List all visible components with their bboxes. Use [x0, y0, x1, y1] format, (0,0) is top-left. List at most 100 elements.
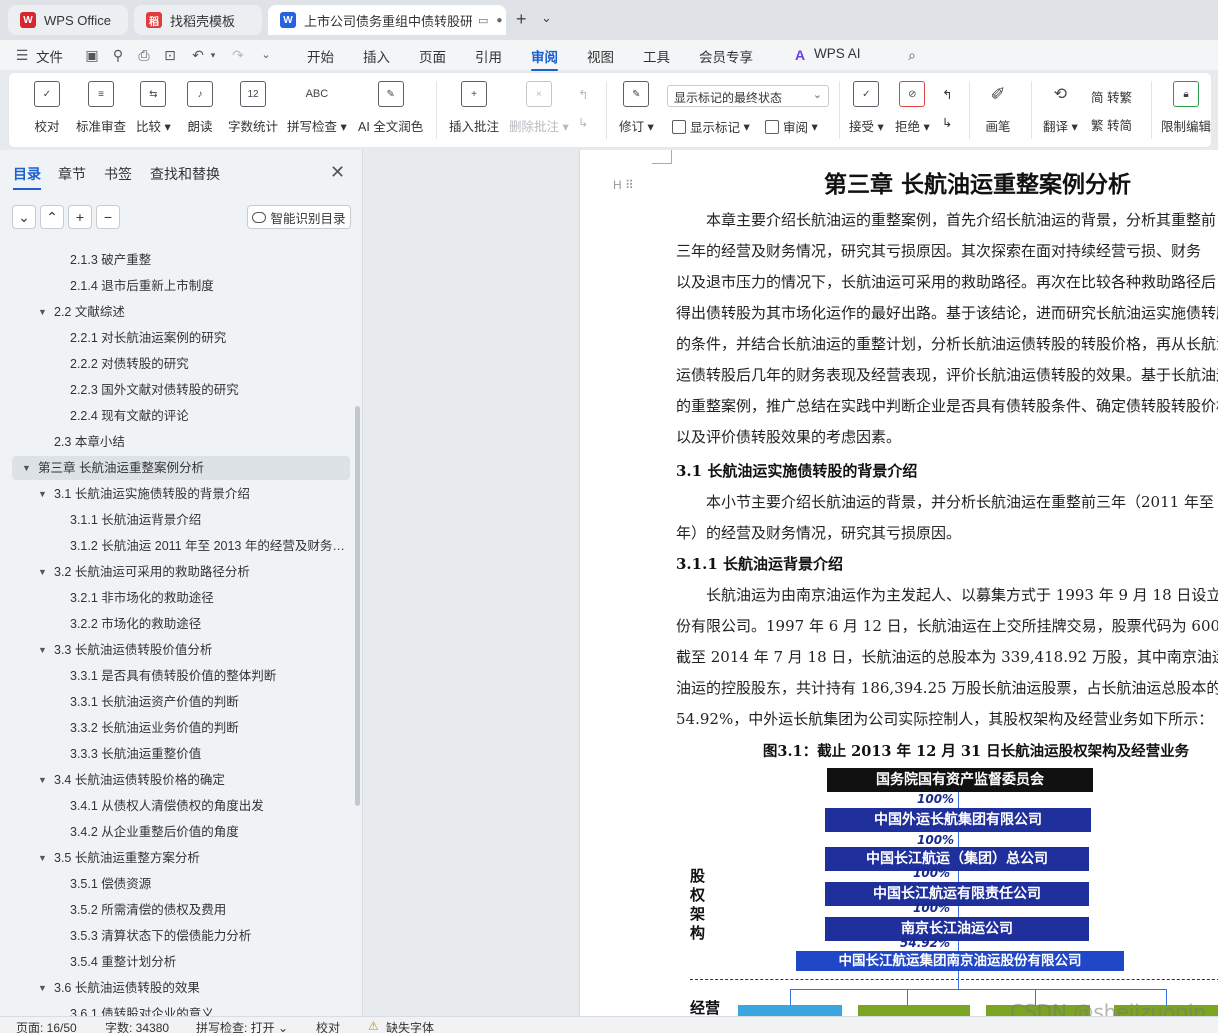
toc-item[interactable]: 3.2.2 市场化的救助途径	[70, 612, 345, 636]
menu-review[interactable]: 审阅	[531, 46, 558, 71]
restrict-edit-button[interactable]: 🔒︎ 限制编辑	[1161, 81, 1211, 135]
expand-arrow-icon[interactable]: ▼	[38, 638, 47, 662]
menu-page[interactable]: 页面	[419, 46, 446, 66]
toc-item[interactable]: 3.5.1 偿债资源	[70, 872, 345, 896]
menu-tools[interactable]: 工具	[643, 46, 670, 66]
ai-polish-button[interactable]: ✎ AI 全文润色	[358, 81, 423, 135]
expand-arrow-icon[interactable]: ▼	[38, 976, 47, 1000]
reject-button[interactable]: ⊘ 拒绝 ▾	[895, 81, 930, 135]
toc-item[interactable]: 3.5.2 所需清偿的债权及费用	[70, 898, 345, 922]
previous-comment-icon[interactable]: ↰	[578, 87, 588, 102]
toc-item[interactable]: 2.1.4 退市后重新上市制度	[70, 274, 345, 298]
to-simplified-button[interactable]: 繁 转简	[1091, 115, 1132, 134]
tab-docer-templates[interactable]: 稻 找稻壳模板	[134, 5, 262, 35]
toc-item[interactable]: 3.4 长航油运债转股价格的确定	[54, 768, 345, 792]
to-traditional-button[interactable]: 简 转繁	[1091, 87, 1132, 106]
scrollbar[interactable]	[355, 406, 360, 806]
hamburger-menu-icon[interactable]: ☰	[14, 47, 30, 63]
tab-toc[interactable]: 目录	[13, 164, 41, 190]
previous-change-icon[interactable]: ↰	[942, 87, 952, 102]
word-count-button[interactable]: 12 字数统计	[228, 81, 278, 135]
insert-comment-button[interactable]: + 插入批注	[449, 81, 499, 135]
toc-item[interactable]: 3.3.1 长航油运资产价值的判断	[70, 690, 345, 714]
next-change-icon[interactable]: ↳	[942, 115, 952, 130]
tab-bookmarks[interactable]: 书签	[104, 164, 132, 184]
expand-arrow-icon[interactable]: ▼	[38, 300, 47, 324]
toc-item[interactable]: 2.2.3 国外文献对债转股的研究	[70, 378, 345, 402]
proof-button[interactable]: ✓ 校对	[34, 81, 60, 135]
tab-list-chevron-icon[interactable]: ⌄	[541, 10, 552, 26]
wps-ai-icon[interactable]: A	[792, 47, 808, 63]
smart-toc-button[interactable]: 智能识别目录	[247, 205, 351, 229]
read-aloud-button[interactable]: ♪ 朗读	[187, 81, 213, 135]
toc-item[interactable]: 3.1.1 长航油运背景介绍	[70, 508, 345, 532]
print-preview-icon[interactable]: ⊡	[162, 47, 178, 63]
toc-item[interactable]: 3.1 长航油运实施债转股的背景介绍	[54, 482, 345, 506]
menu-insert[interactable]: 插入	[363, 46, 390, 66]
tab-document[interactable]: W 上市公司债务重组中债转股研究 ▭ ●	[268, 5, 506, 35]
toc-item[interactable]: 3.1.2 长航油运 2011 年至 2013 年的经营及财务 ...	[70, 534, 345, 558]
menu-file[interactable]: 文件	[36, 46, 63, 66]
toc-item[interactable]: 第三章 长航油运重整案例分析	[38, 456, 345, 480]
add-heading-button[interactable]: +	[68, 205, 92, 229]
word-count-status[interactable]: 字数: 34380	[105, 1019, 169, 1033]
toc-item[interactable]: 3.3.1 是否具有债转股价值的整体判断	[70, 664, 345, 688]
new-tab-button[interactable]: +	[516, 9, 527, 30]
undo-icon[interactable]: ↶	[190, 47, 206, 63]
print-icon[interactable]: ⎙	[136, 47, 152, 63]
delete-comment-button[interactable]: × 删除批注 ▾	[509, 81, 569, 135]
search-icon[interactable]: ⌕	[904, 47, 920, 63]
collapse-all-button[interactable]: ⌄	[12, 205, 36, 229]
expand-arrow-icon[interactable]: ▼	[22, 456, 31, 480]
page-indicator[interactable]: 页面: 16/50	[16, 1019, 77, 1033]
expand-button[interactable]: ⌃	[40, 205, 64, 229]
toc-item[interactable]: 2.2 文献综述	[54, 300, 345, 324]
expand-arrow-icon[interactable]: ▼	[38, 846, 47, 870]
toc-item[interactable]: 3.6 长航油运债转股的效果	[54, 976, 345, 1000]
toc-item[interactable]: 3.5.3 清算状态下的偿债能力分析	[70, 924, 345, 948]
format-painter-icon[interactable]: ⚲	[110, 47, 126, 63]
expand-arrow-icon[interactable]: ▼	[38, 482, 47, 506]
expand-arrow-icon[interactable]: ▼	[38, 560, 47, 584]
toc-item[interactable]: 2.2.1 对长航油运案例的研究	[70, 326, 345, 350]
toc-item[interactable]: 3.4.2 从企业重整后价值的角度	[70, 820, 345, 844]
toc-item[interactable]: 3.3.2 长航油运业务价值的判断	[70, 716, 345, 740]
accept-button[interactable]: ✓ 接受 ▾	[849, 81, 884, 135]
toc-item[interactable]: 2.3 本章小结	[54, 430, 345, 454]
menu-member[interactable]: 会员专享	[699, 46, 753, 66]
expand-arrow-icon[interactable]: ▼	[38, 768, 47, 792]
tab-find-replace[interactable]: 查找和替换	[150, 164, 220, 184]
compare-button[interactable]: ⇆ 比较 ▾	[136, 81, 171, 135]
undo-dropdown-icon[interactable]: ▾	[205, 47, 221, 63]
unsaved-dot-icon[interactable]: ●	[496, 15, 502, 26]
menu-view[interactable]: 视图	[587, 46, 614, 66]
tab-chapters[interactable]: 章节	[58, 164, 86, 184]
toc-item[interactable]: 2.1.3 破产重整	[70, 248, 345, 272]
tab-wps-office[interactable]: W WPS Office	[8, 5, 128, 35]
remove-heading-button[interactable]: −	[96, 205, 120, 229]
toc-item[interactable]: 3.4.1 从债权人清偿债权的角度出发	[70, 794, 345, 818]
menu-wps-ai[interactable]: WPS AI	[814, 46, 861, 61]
pen-button[interactable]: ✐ 画笔	[985, 81, 1011, 135]
toc-item[interactable]: 3.5 长航油运重整方案分析	[54, 846, 345, 870]
toc-item[interactable]: 3.5.4 重整计划分析	[70, 950, 345, 974]
markup-state-select[interactable]: 显示标记的最终状态 ⌄	[667, 85, 829, 107]
save-icon[interactable]: ▣	[84, 47, 100, 63]
missing-font-status[interactable]: 缺失字体	[386, 1019, 434, 1033]
spell-check-button[interactable]: ABC 拼写检查 ▾	[287, 81, 347, 135]
standard-review-button[interactable]: ≡ 标准审查	[76, 81, 126, 135]
quick-access-chevron-icon[interactable]: ⌄	[258, 47, 274, 63]
proof-status[interactable]: 校对	[316, 1019, 340, 1033]
redo-icon[interactable]: ↷	[230, 47, 246, 63]
document-page[interactable]: H ⠿ 第三章 长航油运重整案例分析 本章主要介绍长航油运的重整案例，首先介绍长…	[579, 150, 1218, 1016]
menu-home[interactable]: 开始	[307, 46, 334, 66]
review-pane-button[interactable]: 审阅 ▾	[765, 117, 818, 136]
screen-icon[interactable]: ▭	[478, 14, 488, 27]
toc-item[interactable]: 2.2.2 对债转股的研究	[70, 352, 345, 376]
toc-item[interactable]: 3.2 长航油运可采用的救助路径分析	[54, 560, 345, 584]
spell-check-status[interactable]: 拼写检查: 打开 ⌄	[196, 1019, 288, 1033]
menu-references[interactable]: 引用	[475, 46, 502, 66]
toc-item[interactable]: 3.2.1 非市场化的救助途径	[70, 586, 345, 610]
next-comment-icon[interactable]: ↳	[578, 115, 588, 130]
track-changes-button[interactable]: ✎ 修订 ▾	[619, 81, 654, 135]
